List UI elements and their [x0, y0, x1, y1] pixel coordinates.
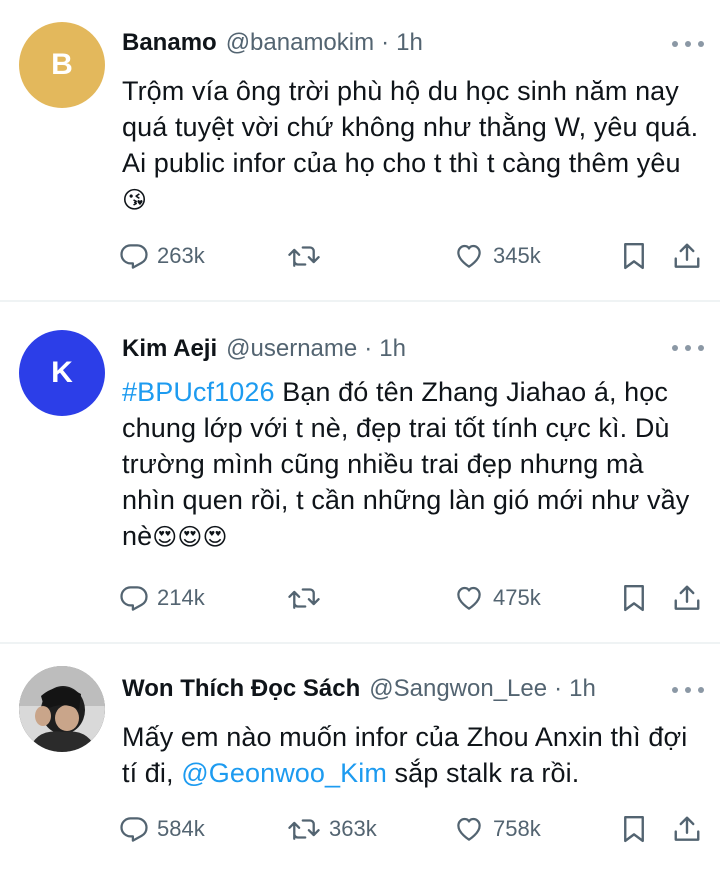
heart-icon: [457, 817, 481, 841]
hashtag-link[interactable]: #BPUcf1026: [122, 377, 275, 407]
reply-icon: [120, 817, 148, 842]
timestamp[interactable]: 1h: [569, 675, 596, 703]
retweet-button[interactable]: [287, 578, 329, 618]
tweet-header: Kim Aeji @username · 1h: [122, 331, 660, 367]
tweet-feed: B Banamo @banamokim · 1h Trộm vía ông tr…: [0, 0, 720, 869]
tweet[interactable]: B Banamo @banamokim · 1h Trộm vía ông tr…: [0, 0, 720, 300]
user-handle[interactable]: @banamokim: [226, 29, 374, 57]
tweet-header: Banamo @banamokim · 1h: [122, 25, 660, 61]
heart-icon: [457, 244, 481, 268]
like-count: 758k: [493, 816, 541, 841]
timestamp[interactable]: 1h: [379, 335, 406, 363]
like-button[interactable]: 345k: [453, 236, 541, 276]
share-button[interactable]: [672, 809, 702, 849]
bookmark-icon: [624, 242, 644, 270]
display-name[interactable]: Won Thích Đọc Sách: [122, 675, 360, 703]
timestamp[interactable]: 1h: [396, 29, 423, 57]
avatar[interactable]: [19, 666, 105, 752]
retweet-button[interactable]: 363k: [287, 809, 377, 849]
tweet-text: Trộm vía ông trời phù hộ du học sinh năm…: [122, 73, 704, 218]
avatar[interactable]: B: [19, 22, 105, 108]
avatar-photo: [19, 666, 105, 752]
retweet-button[interactable]: [287, 236, 329, 276]
user-handle[interactable]: @username: [226, 335, 357, 363]
bookmark-icon: [624, 815, 644, 843]
retweet-count: 363k: [329, 816, 377, 841]
tweet-body: Trộm vía ông trời phù hộ du học sinh năm…: [122, 76, 699, 178]
like-count: 345k: [493, 243, 541, 268]
share-icon: [674, 243, 700, 268]
separator-dot: ·: [554, 675, 563, 702]
retweet-icon: [288, 588, 320, 609]
action-bar: 263k 345k: [0, 236, 720, 276]
reply-icon: [120, 586, 148, 611]
retweet-icon: [288, 819, 320, 840]
user-handle[interactable]: @Sangwon_Lee: [369, 675, 547, 703]
display-name[interactable]: Kim Aeji: [122, 335, 217, 363]
tweet-header: Won Thích Đọc Sách @Sangwon_Lee · 1h: [122, 671, 660, 707]
reply-button[interactable]: 263k: [119, 236, 205, 276]
display-name[interactable]: Banamo: [122, 29, 217, 57]
separator-dot: ·: [364, 335, 373, 362]
share-icon: [674, 816, 700, 841]
reply-count: 584k: [157, 816, 205, 841]
emoji: 😘: [122, 186, 148, 214]
reply-count: 263k: [157, 243, 205, 268]
share-button[interactable]: [672, 236, 702, 276]
avatar-letter: K: [51, 356, 73, 389]
more-icon[interactable]: [672, 680, 704, 700]
share-button[interactable]: [672, 578, 702, 618]
retweet-icon: [288, 246, 320, 267]
reply-icon: [120, 244, 148, 269]
avatar-letter: B: [51, 48, 73, 81]
more-icon[interactable]: [672, 338, 704, 358]
reply-count: 214k: [157, 585, 205, 610]
mention-link[interactable]: @Geonwoo_Kim: [181, 758, 387, 788]
tweet-text: #BPUcf1026 Bạn đó tên Zhang Jiahao á, họ…: [122, 374, 704, 555]
bookmark-icon: [624, 584, 644, 612]
more-icon[interactable]: [672, 34, 704, 54]
tweet-body-end: sắp stalk ra rồi.: [386, 758, 580, 788]
bookmark-button[interactable]: [619, 578, 649, 618]
bookmark-button[interactable]: [619, 809, 649, 849]
tweet[interactable]: K Kim Aeji @username · 1h #BPUcf1026 Bạn…: [0, 302, 720, 642]
emoji: 😍😍😍: [152, 523, 228, 551]
separator-dot: ·: [381, 29, 390, 56]
avatar[interactable]: K: [19, 330, 105, 416]
like-count: 475k: [493, 585, 541, 610]
like-button[interactable]: 758k: [453, 809, 541, 849]
tweet-text: Mấy em nào muốn infor của Zhou Anxin thì…: [122, 719, 704, 791]
like-button[interactable]: 475k: [453, 578, 541, 618]
heart-icon: [457, 586, 481, 610]
action-bar: 214k 475k: [0, 578, 720, 618]
bookmark-button[interactable]: [619, 236, 649, 276]
reply-button[interactable]: 584k: [119, 809, 205, 849]
reply-button[interactable]: 214k: [119, 578, 205, 618]
share-icon: [674, 585, 700, 610]
tweet[interactable]: Won Thích Đọc Sách @Sangwon_Lee · 1h Mấy…: [0, 644, 720, 869]
action-bar: 584k 363k 758k: [0, 809, 720, 849]
